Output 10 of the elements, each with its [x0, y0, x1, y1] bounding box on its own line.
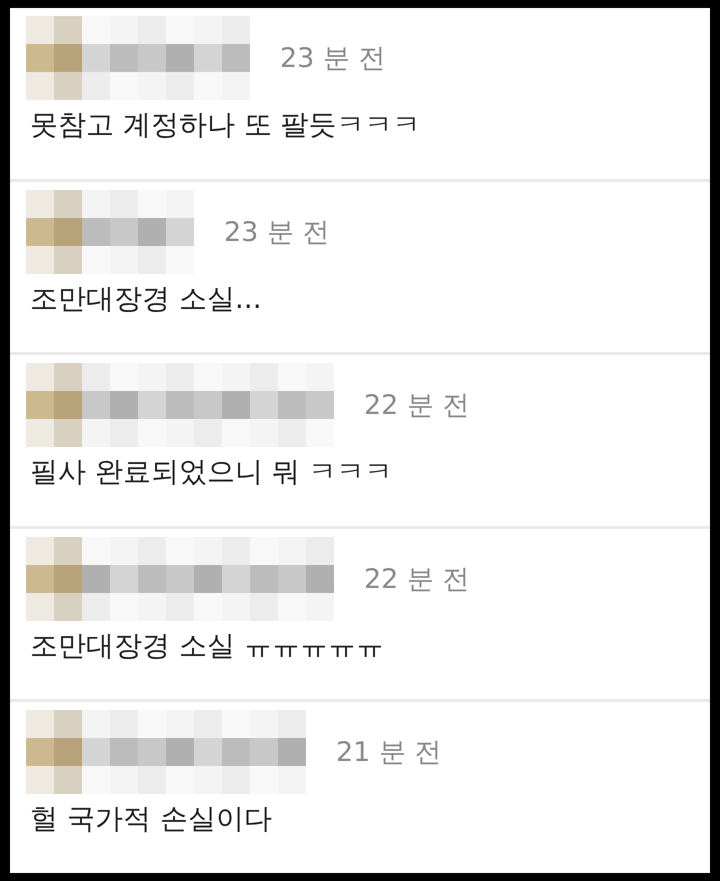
comment-time: 21 분 전 — [336, 736, 442, 770]
comment-text: 필사 완료되었으니 뭐 ㅋㅋㅋ — [29, 454, 394, 490]
comment-text: 못참고 계정하나 또 팔듯ㅋㅋㅋ — [29, 107, 422, 143]
comment-time: 23 분 전 — [280, 42, 386, 76]
comment-time: 22 분 전 — [364, 562, 470, 597]
comment-time: 22 분 전 — [364, 389, 470, 424]
comment-time: 23 분 전 — [224, 216, 330, 250]
comment-text: 헐 국가적 손실이다 — [29, 801, 273, 838]
comment-text: 조만대장경 소실... — [29, 280, 263, 317]
comment-text: 조만대장경 소실 ㅠㅠㅠㅠㅠ — [29, 628, 385, 664]
